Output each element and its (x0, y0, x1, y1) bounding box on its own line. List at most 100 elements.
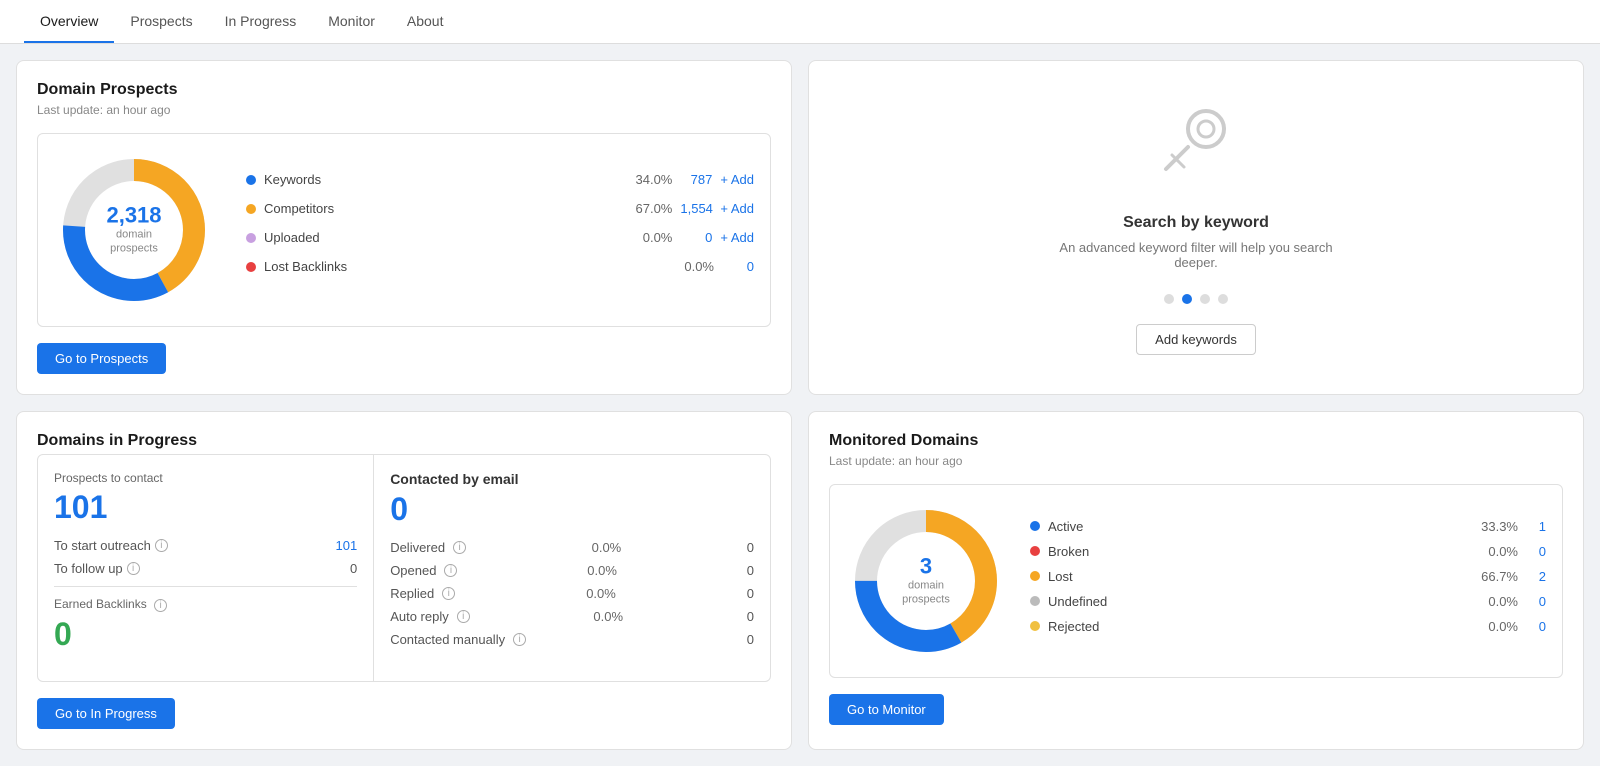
opened-label: Opened i (390, 563, 457, 578)
contacted-manually-count: 0 (747, 632, 754, 647)
rejected-dot (1030, 621, 1040, 631)
delivered-info[interactable]: i (453, 541, 466, 554)
auto-reply-pct: 0.0% (593, 609, 623, 624)
donut-center: 2,318 domainprospects (106, 204, 161, 257)
monitored-inner: 3 domainprospects Active 33.3% 1 Broken … (829, 484, 1563, 678)
rejected-label: Rejected (1048, 619, 1470, 634)
replied-info[interactable]: i (442, 587, 455, 600)
active-label: Active (1048, 519, 1470, 534)
go-to-in-progress-button[interactable]: Go to In Progress (37, 698, 175, 729)
competitors-count: 1,554 (680, 201, 712, 216)
delivered-label: Delivered i (390, 540, 466, 555)
lost-backlinks-count: 0 (722, 259, 754, 274)
undefined-dot (1030, 596, 1040, 606)
legend-row-lost-backlinks: Lost Backlinks 0.0% 0 (246, 259, 754, 274)
dot-2[interactable] (1182, 294, 1192, 304)
add-keywords-button[interactable]: Add keywords (1136, 324, 1256, 355)
keyword-search-desc: An advanced keyword filter will help you… (1036, 240, 1356, 270)
undefined-pct: 0.0% (1478, 594, 1518, 609)
go-to-prospects-button[interactable]: Go to Prospects (37, 343, 166, 374)
active-dot (1030, 521, 1040, 531)
start-outreach-info[interactable]: i (155, 539, 168, 552)
legend-row-uploaded: Uploaded 0.0% 0 + Add (246, 230, 754, 245)
undefined-count: 0 (1526, 594, 1546, 609)
earned-backlinks-info[interactable]: i (154, 599, 167, 612)
replied-label: Replied i (390, 586, 455, 601)
domain-prospects-donut: 2,318 domainprospects (54, 150, 214, 310)
keywords-label: Keywords (264, 172, 622, 187)
donut-label: domainprospects (106, 228, 161, 257)
rejected-pct: 0.0% (1478, 619, 1518, 634)
start-outreach-label: To start outreach i (54, 538, 168, 553)
dot-1[interactable] (1164, 294, 1174, 304)
nav-about[interactable]: About (391, 1, 460, 43)
uploaded-add[interactable]: + Add (720, 230, 754, 245)
prospects-to-contact-label: Prospects to contact (54, 471, 357, 485)
ip-opened-row: Opened i 0.0% 0 (390, 563, 754, 578)
lost-backlinks-label: Lost Backlinks (264, 259, 664, 274)
replied-count: 0 (747, 586, 754, 601)
delivered-count: 0 (747, 540, 754, 555)
opened-info[interactable]: i (444, 564, 457, 577)
dot-4[interactable] (1218, 294, 1228, 304)
follow-up-value: 0 (350, 561, 357, 576)
in-progress-inner: Prospects to contact 101 To start outrea… (37, 454, 771, 682)
follow-up-info[interactable]: i (127, 562, 140, 575)
legend-row-keywords: Keywords 34.0% 787 + Add (246, 172, 754, 187)
competitors-add[interactable]: + Add (720, 201, 754, 216)
main-grid: Domain Prospects Last update: an hour ag… (0, 44, 1600, 766)
monitored-title: Monitored Domains (829, 432, 1563, 450)
keywords-count: 787 (680, 172, 712, 187)
broken-pct: 0.0% (1478, 544, 1518, 559)
keyword-card: Search by keyword An advanced keyword fi… (808, 60, 1584, 395)
keyword-search-title: Search by keyword (1123, 214, 1269, 232)
domain-prospects-title: Domain Prospects (37, 81, 771, 99)
ip-row-start-outreach: To start outreach i 101 (54, 538, 357, 553)
ip-auto-reply-row: Auto reply i 0.0% 0 (390, 609, 754, 624)
lost-count: 2 (1526, 569, 1546, 584)
lost-backlinks-pct: 0.0% (672, 259, 714, 274)
monitored-subtitle: Last update: an hour ago (829, 454, 1563, 468)
lost-pct: 66.7% (1478, 569, 1518, 584)
auto-reply-info[interactable]: i (457, 610, 470, 623)
ip-delivered-row: Delivered i 0.0% 0 (390, 540, 754, 555)
nav-monitor[interactable]: Monitor (312, 1, 391, 43)
earned-backlinks-value: 0 (54, 616, 357, 653)
lost-dot (1030, 571, 1040, 581)
auto-reply-label: Auto reply i (390, 609, 470, 624)
domain-prospects-card: Domain Prospects Last update: an hour ag… (16, 60, 792, 395)
monitored-legend: Active 33.3% 1 Broken 0.0% 0 Lost 66.7% … (1030, 519, 1546, 644)
carousel-dots (1164, 294, 1228, 304)
contacted-manually-info[interactable]: i (513, 633, 526, 646)
lost-backlinks-dot (246, 262, 256, 272)
nav-in-progress[interactable]: In Progress (209, 1, 313, 43)
nav-bar: Overview Prospects In Progress Monitor A… (0, 0, 1600, 44)
mon-rejected-row: Rejected 0.0% 0 (1030, 619, 1546, 634)
nav-overview[interactable]: Overview (24, 1, 114, 43)
rejected-count: 0 (1526, 619, 1546, 634)
monitored-donut-center: 3 domainprospects (902, 555, 950, 608)
mon-lost-row: Lost 66.7% 2 (1030, 569, 1546, 584)
uploaded-pct: 0.0% (630, 230, 672, 245)
legend-row-competitors: Competitors 67.0% 1,554 + Add (246, 201, 754, 216)
broken-dot (1030, 546, 1040, 556)
contacted-by-email-label: Contacted by email (390, 471, 754, 487)
nav-prospects[interactable]: Prospects (114, 1, 208, 43)
uploaded-count: 0 (680, 230, 712, 245)
delivered-pct: 0.0% (592, 540, 622, 555)
key-icon (1156, 101, 1236, 198)
uploaded-label: Uploaded (264, 230, 622, 245)
donut-number: 2,318 (106, 204, 161, 228)
contacted-by-email-value: 0 (390, 491, 754, 528)
domain-prospects-legend: Keywords 34.0% 787 + Add Competitors 67.… (246, 172, 754, 288)
keywords-pct: 34.0% (630, 172, 672, 187)
undefined-label: Undefined (1048, 594, 1470, 609)
dot-3[interactable] (1200, 294, 1210, 304)
broken-label: Broken (1048, 544, 1470, 559)
earned-backlinks-label: Earned Backlinks i (54, 597, 357, 612)
keywords-add[interactable]: + Add (720, 172, 754, 187)
auto-reply-count: 0 (747, 609, 754, 624)
ip-replied-row: Replied i 0.0% 0 (390, 586, 754, 601)
go-to-monitor-button[interactable]: Go to Monitor (829, 694, 944, 725)
replied-pct: 0.0% (586, 586, 616, 601)
